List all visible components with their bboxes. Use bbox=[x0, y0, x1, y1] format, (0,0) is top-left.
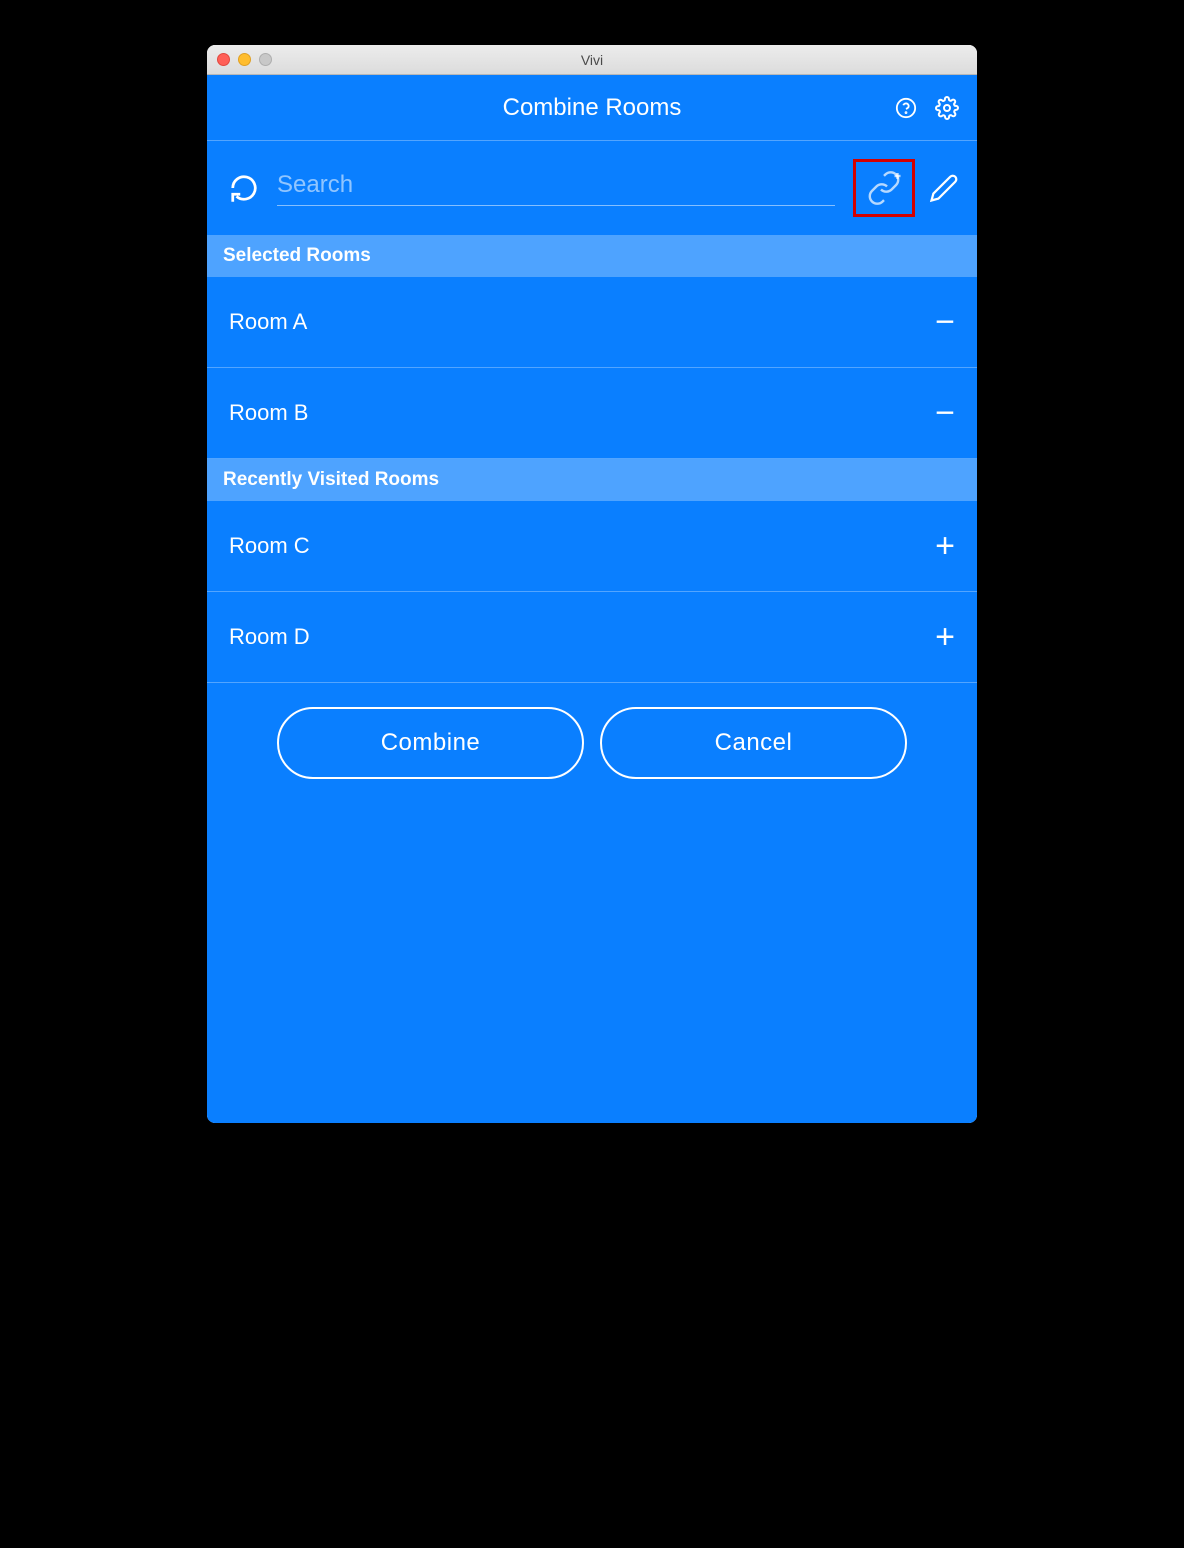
app-window: Vivi Combine Rooms bbox=[207, 45, 977, 1123]
recent-room-row[interactable]: Room D + bbox=[207, 592, 977, 683]
help-icon[interactable] bbox=[895, 97, 917, 119]
link-add-icon[interactable] bbox=[866, 170, 902, 206]
link-add-highlight bbox=[853, 159, 915, 217]
search-row bbox=[207, 141, 977, 235]
selected-room-row[interactable]: Room B − bbox=[207, 368, 977, 459]
add-room-icon[interactable]: + bbox=[935, 620, 955, 654]
recent-rooms-header: Recently Visited Rooms bbox=[207, 459, 977, 501]
room-name: Room C bbox=[229, 533, 310, 559]
titlebar: Vivi bbox=[207, 45, 977, 75]
header-actions bbox=[895, 96, 959, 120]
combine-button[interactable]: Combine bbox=[277, 707, 584, 779]
refresh-icon[interactable] bbox=[229, 173, 259, 203]
app-header: Combine Rooms bbox=[207, 75, 977, 141]
remove-room-icon[interactable]: − bbox=[935, 396, 955, 430]
add-room-icon[interactable]: + bbox=[935, 529, 955, 563]
room-name: Room B bbox=[229, 400, 308, 426]
action-buttons: Combine Cancel bbox=[207, 683, 977, 803]
settings-icon[interactable] bbox=[935, 96, 959, 120]
selected-room-row[interactable]: Room A − bbox=[207, 277, 977, 368]
selected-rooms-header: Selected Rooms bbox=[207, 235, 977, 277]
search-actions bbox=[853, 159, 959, 217]
edit-icon[interactable] bbox=[929, 173, 959, 203]
cancel-button[interactable]: Cancel bbox=[600, 707, 907, 779]
search-input-container bbox=[277, 171, 835, 206]
app-body: Combine Rooms bbox=[207, 75, 977, 1123]
recent-room-row[interactable]: Room C + bbox=[207, 501, 977, 592]
search-input[interactable] bbox=[277, 171, 835, 199]
remove-room-icon[interactable]: − bbox=[935, 305, 955, 339]
room-name: Room A bbox=[229, 309, 307, 335]
page-title: Combine Rooms bbox=[503, 94, 682, 122]
window-title: Vivi bbox=[207, 52, 977, 68]
room-name: Room D bbox=[229, 624, 310, 650]
